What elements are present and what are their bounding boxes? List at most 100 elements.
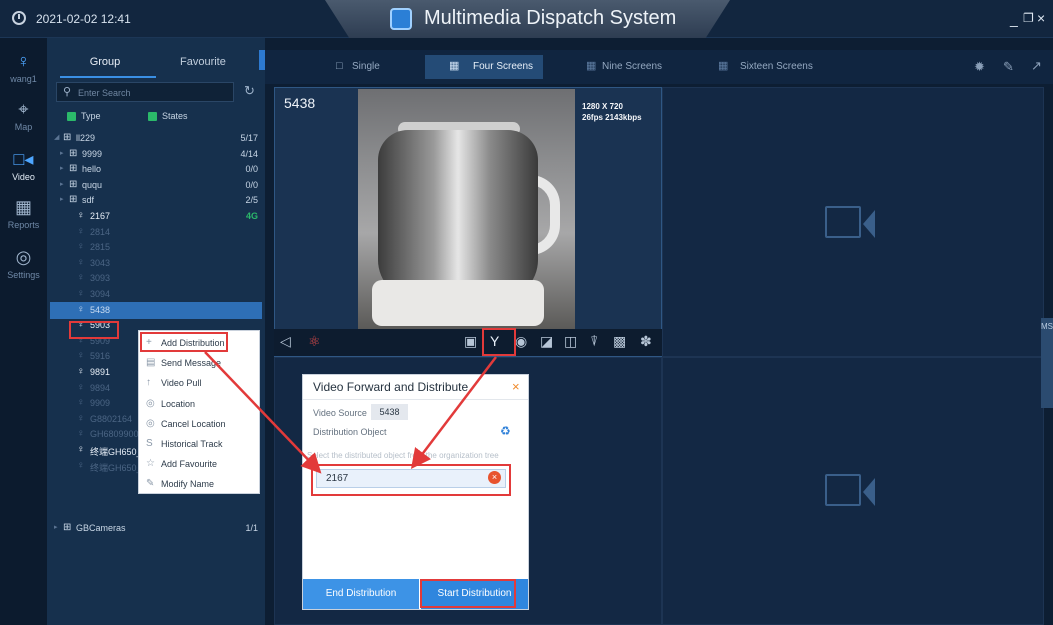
nav-map[interactable]: ⌖ Map — [0, 100, 47, 132]
layout-single-button[interactable]: □ Single — [330, 55, 400, 79]
context-menu-item[interactable]: ↑ Video Pull — [138, 373, 260, 393]
context-menu-item[interactable]: ◎ Location — [138, 394, 260, 414]
edit-layout-icon[interactable]: ✎ — [1003, 59, 1014, 75]
expand-arrow-icon[interactable]: ▸ — [60, 164, 64, 172]
tree-row-label: ll229 — [76, 133, 96, 143]
save-icon[interactable]: ▩ — [613, 333, 626, 350]
context-menu-item[interactable]: ▤ Send Message — [138, 353, 260, 373]
four-screen-icon: ▦ — [449, 60, 460, 72]
expand-arrow-icon[interactable]: ▸ — [60, 149, 64, 157]
sixteen-screen-icon: ▦ — [718, 60, 729, 72]
crop-icon[interactable]: ◫ — [564, 333, 577, 350]
expand-arrow-icon[interactable]: ▸ — [60, 195, 64, 203]
video-source-value: 5438 — [371, 404, 408, 420]
tree-row-count: 0/0 — [245, 179, 258, 190]
tree-row-label: 9891 — [90, 367, 111, 377]
context-menu-item[interactable]: S Historical Track — [138, 434, 260, 454]
tree-row-label: GBCameras — [76, 523, 126, 533]
tree-row[interactable]: ♀ 3043 — [50, 255, 262, 272]
tree-row[interactable]: ♀ 5438 — [50, 301, 262, 319]
search-input[interactable] — [78, 86, 228, 99]
nav-video[interactable]: □◂ Video — [0, 150, 47, 182]
tree-row-label: 3093 — [90, 273, 111, 284]
filter-type-label: Type — [81, 111, 101, 121]
tree-row-label: 9909 — [90, 398, 111, 409]
tree-row[interactable]: ♀ 2167 4G — [50, 208, 262, 225]
highlight-distribution-icon — [482, 328, 516, 356]
tree-row[interactable]: ♀ 3093 — [50, 270, 262, 287]
filter-states-checkbox[interactable] — [148, 112, 157, 121]
person-icon: ♀ — [77, 210, 85, 221]
context-menu-item[interactable]: ◎ Cancel Location — [138, 414, 260, 434]
tree-row[interactable]: ▸ ⊞ sdf 2/5 — [50, 192, 262, 209]
nav-user-label: wang1 — [10, 74, 37, 84]
context-menu-label: Send Message — [161, 358, 222, 369]
person-icon: ♀ — [77, 256, 85, 268]
tree-row[interactable]: ▸ ⊞ 9999 4/14 — [50, 146, 262, 163]
tree-row[interactable]: ♀ 3094 — [50, 286, 262, 303]
tree-row[interactable]: ▸ ⊞ ququ 0/0 — [50, 177, 262, 194]
speaker-icon[interactable]: ◁ — [280, 333, 291, 350]
antenna-icon[interactable]: ✽ — [640, 333, 652, 350]
layout-sixteen-button[interactable]: ▦ Sixteen Screens — [712, 55, 822, 79]
tree-row-label: ququ — [82, 179, 103, 190]
highlight-add-distribution — [140, 332, 228, 352]
restore-button[interactable]: ❐ — [1023, 11, 1034, 25]
filter-type-checkbox[interactable] — [67, 112, 76, 121]
layout-four-button[interactable]: ▦ Four Screens — [425, 55, 543, 79]
person-icon: ♀ — [77, 397, 85, 409]
context-menu-label: Modify Name — [161, 479, 215, 490]
tab-favourite[interactable]: Favourite — [180, 56, 226, 68]
tree-row[interactable]: ▸ ⊞ hello 0/0 — [50, 161, 262, 178]
pull-icon: ↑ — [146, 377, 151, 389]
tree-row-count: 5/17 — [240, 133, 258, 143]
pencil-icon: ✎ — [146, 478, 155, 490]
lock-icon[interactable]: ⍒ — [590, 333, 598, 350]
expand-arrow-icon[interactable]: ▸ — [54, 523, 58, 531]
person-icon: ♀ — [77, 428, 85, 440]
highlight-selected-device — [69, 321, 119, 339]
tree-row-label: 9999 — [82, 148, 103, 159]
nav-settings[interactable]: ◎ Settings — [0, 248, 47, 280]
snapshot-icon[interactable]: ▣ — [464, 333, 477, 350]
msg-side-tab[interactable]: MSG — [1041, 318, 1053, 408]
tree-row[interactable]: ♀ 2814 — [50, 224, 262, 241]
clear-list-icon[interactable]: ♻ — [500, 424, 511, 438]
close-button[interactable]: × — [1037, 10, 1045, 26]
layout-single-label: Single — [352, 61, 380, 72]
tree-row[interactable]: ◢ ⊞ ll229 5/17 — [50, 130, 262, 147]
search-icon: ⚲ — [63, 86, 72, 98]
context-menu-item[interactable]: ☆ Add Favourite — [138, 454, 260, 474]
person-icon: ♀ — [77, 303, 85, 315]
nav-reports[interactable]: ▦ Reports — [0, 198, 47, 230]
tree-row-count: 4/14 — [240, 148, 258, 159]
nine-screen-icon: ▦ — [586, 60, 597, 72]
fullscreen-icon[interactable]: ↗ — [1031, 58, 1042, 74]
refresh-icon[interactable]: ↻ — [244, 83, 255, 99]
group-icon: ⊞ — [69, 194, 78, 206]
dialog-title: Video Forward and Distribute — [313, 380, 469, 394]
camera-placeholder-icon — [825, 206, 875, 238]
mic-muted-icon[interactable]: ⚛ — [308, 333, 321, 350]
expand-arrow-icon[interactable]: ◢ — [54, 133, 59, 141]
dialog-close-button[interactable]: × — [512, 379, 520, 394]
broadcast-icon[interactable]: ✹ — [974, 59, 985, 75]
single-screen-icon: □ — [336, 60, 343, 72]
tab-group[interactable]: Group — [60, 56, 150, 68]
context-menu-item[interactable]: ✎ Modify Name — [138, 474, 260, 494]
message-icon: ▤ — [146, 357, 156, 369]
tree-row[interactable]: ▸ ⊞ GBCameras 1/1 — [50, 520, 262, 537]
dialog-divider — [303, 399, 528, 400]
nav-user[interactable]: ♀ wang1 — [0, 52, 47, 84]
window-icon[interactable]: ◪ — [540, 333, 553, 350]
highlight-distribution-object — [311, 464, 511, 496]
record-icon[interactable]: ◉ — [515, 333, 527, 350]
end-distribution-button[interactable]: End Distribution — [303, 579, 419, 609]
person-icon: ♀ — [77, 241, 85, 253]
tree-row-label: GH6809900 — [90, 429, 139, 440]
minimize-button[interactable]: _ — [1010, 11, 1018, 27]
tree-row[interactable]: ♀ 2815 — [50, 239, 262, 256]
star-icon: ☆ — [146, 458, 155, 470]
expand-arrow-icon[interactable]: ▸ — [60, 180, 64, 188]
layout-nine-button[interactable]: ▦ Nine Screens — [580, 55, 680, 79]
